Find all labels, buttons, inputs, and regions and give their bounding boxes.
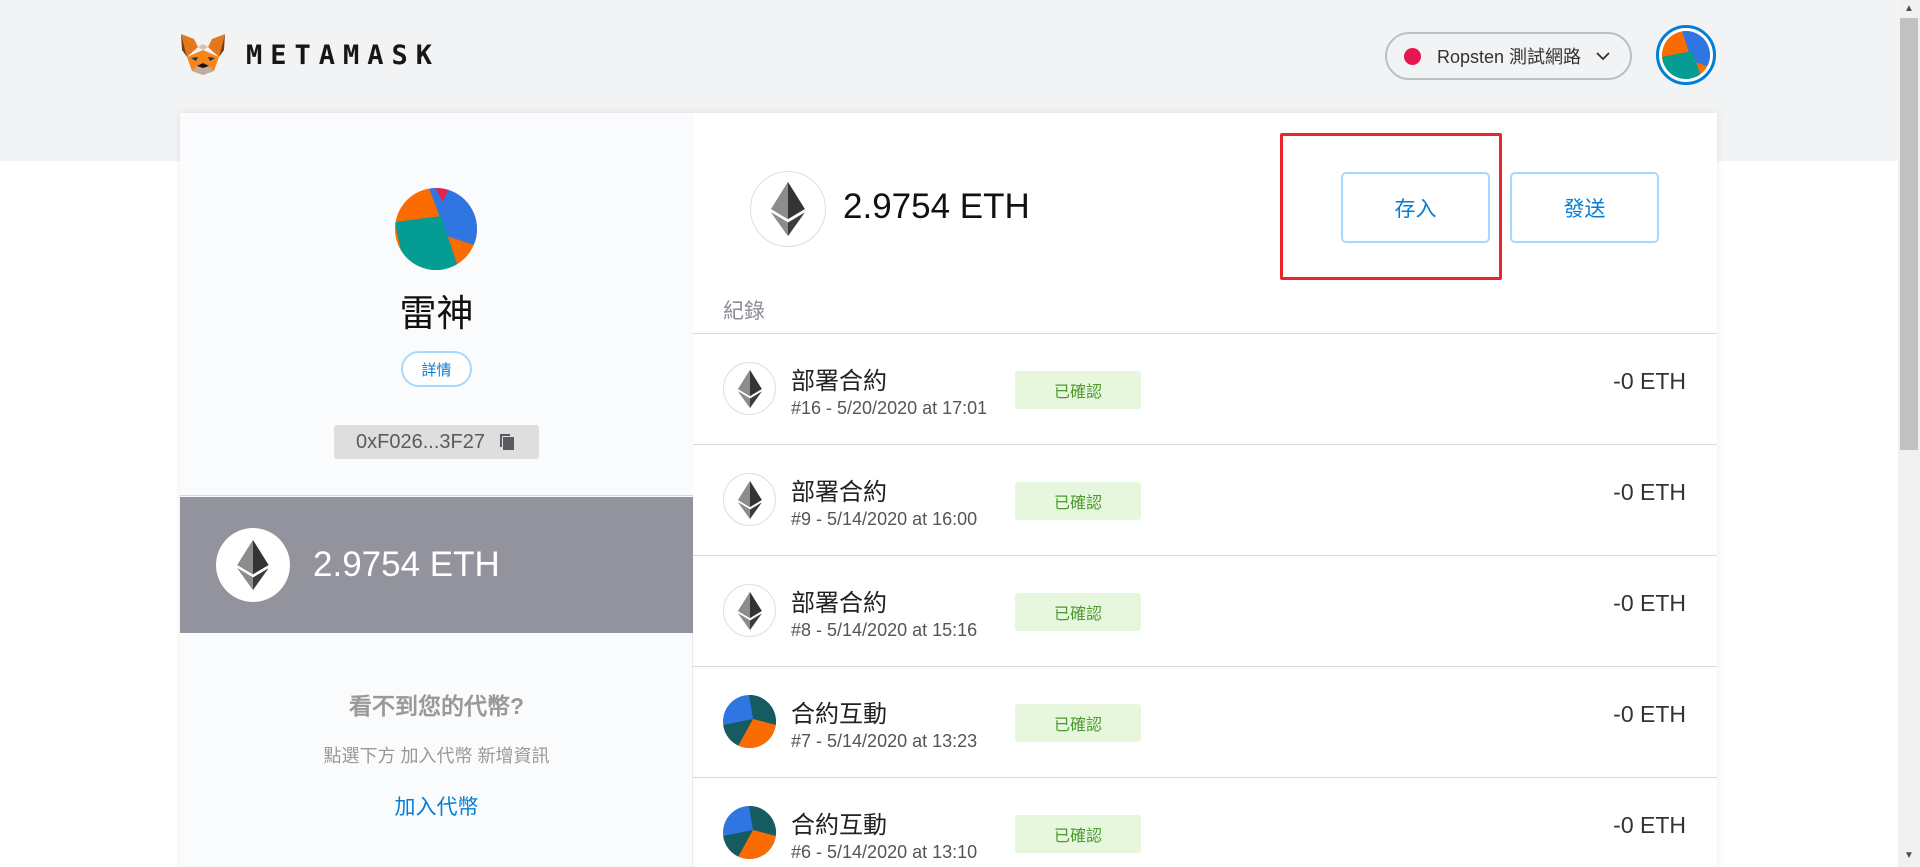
add-token-link[interactable]: 加入代幣 [180, 791, 693, 821]
no-tokens-hint: 點選下方 加入代幣 新增資訊 [323, 746, 550, 766]
transaction-row[interactable]: 部署合約 #8 - 5/14/2020 at 15:16 已確認 -0 ETH [693, 556, 1717, 667]
metamask-logo[interactable]: METAMASK [178, 30, 440, 80]
account-address[interactable]: 0xF026...3F27 [334, 425, 539, 459]
contract-identicon [723, 806, 776, 859]
scroll-up-arrow-icon[interactable]: ▲ [1903, 3, 1915, 15]
transaction-icon [723, 362, 776, 415]
account-identicon [1662, 31, 1710, 79]
status-badge: 已確認 [1015, 815, 1141, 853]
transaction-amount: -0 ETH [1613, 590, 1686, 616]
status-badge: 已確認 [1015, 704, 1141, 742]
eth-asset-balance: 2.9754 ETH [313, 545, 500, 584]
transaction-amount: -0 ETH [1613, 701, 1686, 727]
account-name: 雷神 [399, 293, 474, 334]
transaction-amount: -0 ETH [1613, 812, 1686, 838]
metamask-wordmark: METAMASK [246, 39, 441, 71]
transaction-icon [723, 473, 776, 526]
ethereum-icon [737, 591, 762, 630]
account-address-text: 0xF026...3F27 [356, 430, 485, 453]
account-info: 雷神 詳情 0xF026...3F27 [180, 113, 693, 496]
fox-icon [181, 34, 225, 75]
transaction-meta: #8 - 5/14/2020 at 15:16 [791, 620, 978, 640]
network-label: Ropsten 測試網路 [1437, 47, 1582, 67]
transaction-row[interactable]: 部署合約 #9 - 5/14/2020 at 16:00 已確認 -0 ETH [693, 445, 1717, 556]
transaction-meta: #9 - 5/14/2020 at 16:00 [791, 509, 978, 529]
account-identicon [395, 188, 477, 270]
account-menu-avatar[interactable] [1656, 25, 1716, 85]
transaction-icon [723, 806, 776, 859]
chevron-down-icon [1596, 52, 1610, 61]
transaction-row[interactable]: 部署合約 #16 - 5/20/2020 at 17:01 已確認 -0 ETH [693, 334, 1717, 445]
status-badge: 已確認 [1015, 482, 1141, 520]
account-sidebar: 雷神 詳情 0xF026...3F27 2.9754 ETH 看不到您的代幣? … [180, 113, 693, 867]
status-badge: 已確認 [1015, 371, 1141, 409]
transaction-amount: -0 ETH [1613, 479, 1686, 505]
transaction-title: 合約互動 [791, 812, 887, 839]
transaction-icon [723, 584, 776, 637]
status-badge: 已確認 [1015, 593, 1141, 631]
transaction-title: 合約互動 [791, 701, 887, 728]
account-avatar [395, 188, 477, 270]
network-status-dot [1404, 47, 1421, 65]
transaction-list: 部署合約 #16 - 5/20/2020 at 17:01 已確認 -0 ETH 部署合… [693, 334, 1717, 867]
copy-icon[interactable] [497, 432, 517, 452]
transaction-meta: #16 - 5/20/2020 at 17:01 [791, 398, 988, 418]
ethereum-icon [771, 182, 805, 236]
transaction-row[interactable]: 合約互動 #7 - 5/14/2020 at 13:23 已確認 -0 ETH [693, 667, 1717, 778]
transaction-title: 部署合約 [791, 479, 887, 506]
transaction-icon [723, 695, 776, 748]
highlight-box [1280, 133, 1502, 280]
transaction-amount: -0 ETH [1613, 368, 1686, 394]
network-selector[interactable]: Ropsten 測試網路 [1385, 32, 1632, 80]
transaction-row[interactable]: 合約互動 #6 - 5/14/2020 at 13:10 已確認 -0 ETH [693, 778, 1717, 867]
no-tokens-heading: 看不到您的代幣? [348, 693, 525, 719]
ethereum-icon [737, 369, 762, 408]
app-header: METAMASK Ropsten 測試網路 [0, 0, 1898, 112]
eth-logo [216, 528, 290, 602]
send-button[interactable]: 發送 [1510, 172, 1659, 243]
balance-eth-logo [750, 171, 826, 247]
eth-asset-row[interactable]: 2.9754 ETH [180, 497, 693, 633]
wallet-card: 雷神 詳情 0xF026...3F27 2.9754 ETH 看不到您的代幣? … [180, 113, 1717, 867]
transaction-meta: #6 - 5/14/2020 at 13:10 [791, 842, 978, 862]
history-heading: 紀錄 [723, 300, 765, 323]
scroll-down-arrow-icon[interactable]: ▼ [1903, 850, 1915, 862]
contract-identicon [723, 695, 776, 748]
ethereum-icon [737, 480, 762, 519]
main-balance: 2.9754 ETH [843, 187, 1030, 226]
transaction-meta: #7 - 5/14/2020 at 13:23 [791, 731, 978, 751]
scrollbar-thumb[interactable] [1900, 18, 1918, 450]
transaction-view: 2.9754 ETH 存入 發送 紀錄 部署合約 #16 - 5/20/2020 … [693, 113, 1717, 867]
transaction-title: 部署合約 [791, 590, 887, 617]
transaction-title: 部署合約 [791, 368, 887, 395]
ethereum-icon [237, 540, 269, 590]
account-details-button[interactable]: 詳情 [401, 351, 472, 387]
